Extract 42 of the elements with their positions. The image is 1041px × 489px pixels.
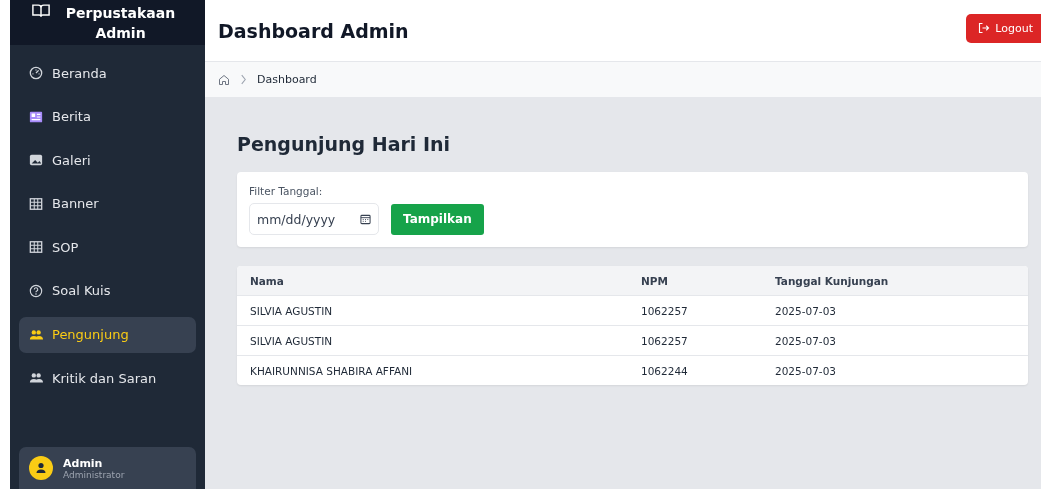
table-cell-text: 1062257 bbox=[641, 334, 689, 347]
table-cell-text: 2025-07-03 bbox=[775, 334, 838, 347]
table-cell-text: SILVIA AGUSTIN bbox=[250, 334, 334, 347]
user-name: Admin bbox=[63, 456, 104, 470]
sidebar-item[interactable]: Berita bbox=[19, 98, 196, 135]
sidebar-item[interactable]: Galeri bbox=[19, 142, 196, 179]
sidebar-item[interactable]: SOP bbox=[19, 229, 196, 266]
avatar-icon bbox=[29, 456, 53, 480]
table-cell-text: 2025-07-03 bbox=[775, 364, 838, 377]
gauge-icon bbox=[29, 66, 43, 80]
brand-title: Perpustakaan Admin bbox=[64, 3, 177, 43]
help-icon bbox=[29, 283, 43, 298]
date-field[interactable]: mm/dd/yyyy bbox=[249, 203, 379, 235]
table-icon bbox=[29, 240, 43, 255]
column-header: NPM bbox=[641, 274, 669, 287]
filter-label: Filter Tanggal: bbox=[249, 185, 324, 197]
table-cell-text: 1062257 bbox=[641, 304, 689, 317]
logout-icon bbox=[978, 22, 991, 34]
chevron-icon bbox=[240, 74, 247, 85]
sidebar-item[interactable]: Banner bbox=[19, 185, 196, 222]
column-header: Tanggal Kunjungan bbox=[775, 274, 890, 287]
column-header: Nama bbox=[250, 274, 285, 287]
image-icon bbox=[29, 153, 43, 168]
sidebar-item[interactable]: Kritik dan Saran bbox=[19, 360, 196, 397]
users-icon bbox=[29, 327, 43, 342]
table-cell-text: KHAIRUNNISA SHABIRA AFFANI bbox=[250, 364, 414, 377]
user-role: Administrator bbox=[63, 469, 125, 480]
table-cell-text: 1062244 bbox=[641, 364, 689, 377]
newspaper-icon bbox=[29, 109, 43, 124]
section-title: Pengunjung Hari Ini bbox=[237, 133, 452, 155]
table-icon bbox=[29, 196, 43, 211]
table-cell-text: 2025-07-03 bbox=[775, 304, 838, 317]
table-cell-text: SILVIA AGUSTIN bbox=[250, 304, 334, 317]
sidebar-item[interactable]: Beranda bbox=[19, 55, 196, 91]
sidebar-item[interactable]: Soal Kuis bbox=[19, 272, 196, 309]
breadcrumb-item[interactable]: Dashboard bbox=[257, 73, 317, 86]
logout-button[interactable]: Logout bbox=[966, 13, 1041, 43]
home-icon[interactable] bbox=[218, 73, 230, 86]
page-header-title: Dashboard Admin bbox=[218, 19, 409, 42]
sidebar-item[interactable]: Pengunjung bbox=[19, 316, 196, 353]
calendar-icon[interactable] bbox=[360, 214, 371, 225]
book-icon bbox=[32, 3, 50, 18]
